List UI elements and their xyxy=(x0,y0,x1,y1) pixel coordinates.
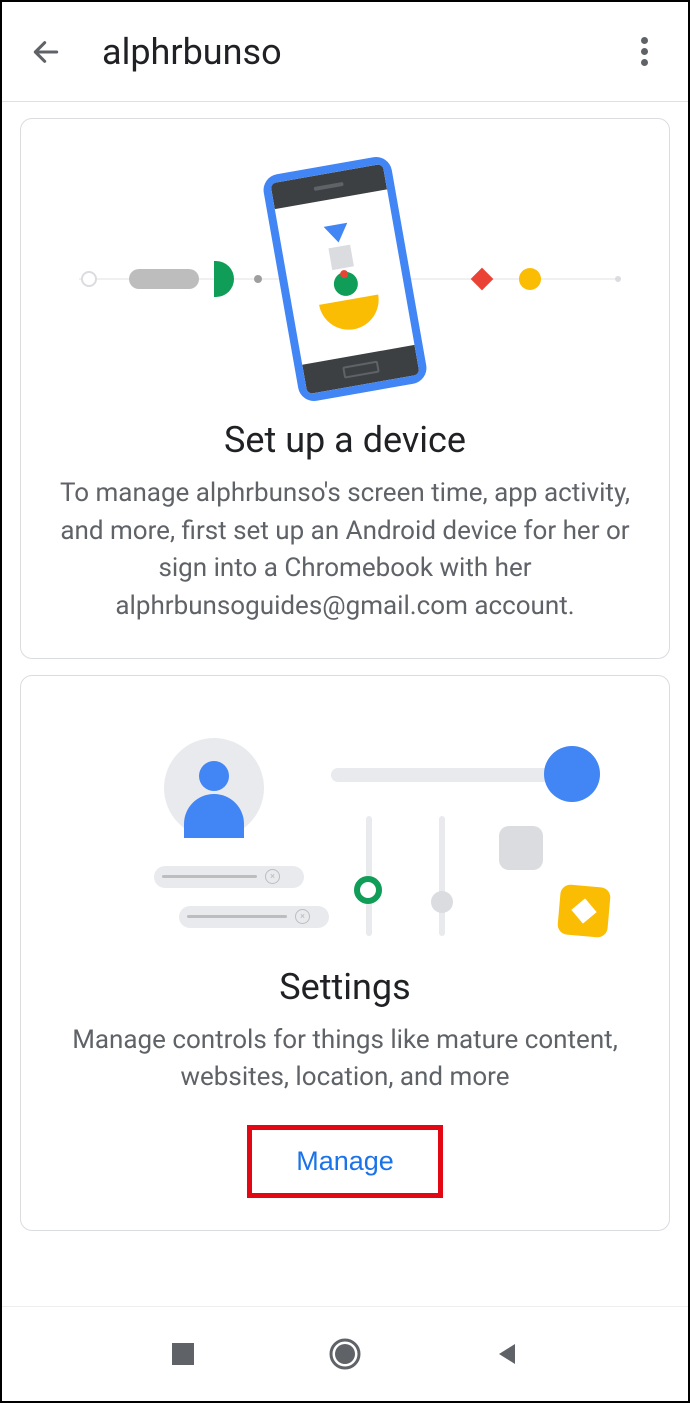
setup-device-card: Set up a device To manage alphrbunso's s… xyxy=(20,118,670,659)
setup-card-description: To manage alphrbunso's screen time, app … xyxy=(49,475,641,626)
nav-back-button[interactable] xyxy=(487,1334,527,1374)
settings-card-title: Settings xyxy=(49,966,641,1008)
setup-card-title: Set up a device xyxy=(49,419,641,461)
overflow-menu-button[interactable] xyxy=(624,32,664,72)
highlight-annotation: Manage xyxy=(247,1125,443,1198)
settings-card: × × Settings Manage controls for things … xyxy=(20,675,670,1231)
page-title: alphrbunso xyxy=(102,31,624,73)
nav-home-button[interactable] xyxy=(325,1334,365,1374)
settings-illustration: × × xyxy=(49,706,641,946)
menu-dot-icon xyxy=(641,59,648,66)
menu-dot-icon xyxy=(641,48,648,55)
setup-illustration xyxy=(49,149,641,409)
system-nav-bar xyxy=(2,1306,688,1401)
settings-card-description: Manage controls for things like mature c… xyxy=(49,1022,641,1097)
back-button[interactable] xyxy=(26,32,66,72)
nav-recent-button[interactable] xyxy=(163,1334,203,1374)
square-icon xyxy=(170,1341,196,1367)
triangle-left-icon xyxy=(493,1340,521,1368)
arrow-left-icon xyxy=(30,36,62,68)
circle-icon xyxy=(327,1336,363,1372)
app-header: alphrbunso xyxy=(2,2,688,102)
manage-button[interactable]: Manage xyxy=(252,1130,438,1193)
menu-dot-icon xyxy=(641,37,648,44)
